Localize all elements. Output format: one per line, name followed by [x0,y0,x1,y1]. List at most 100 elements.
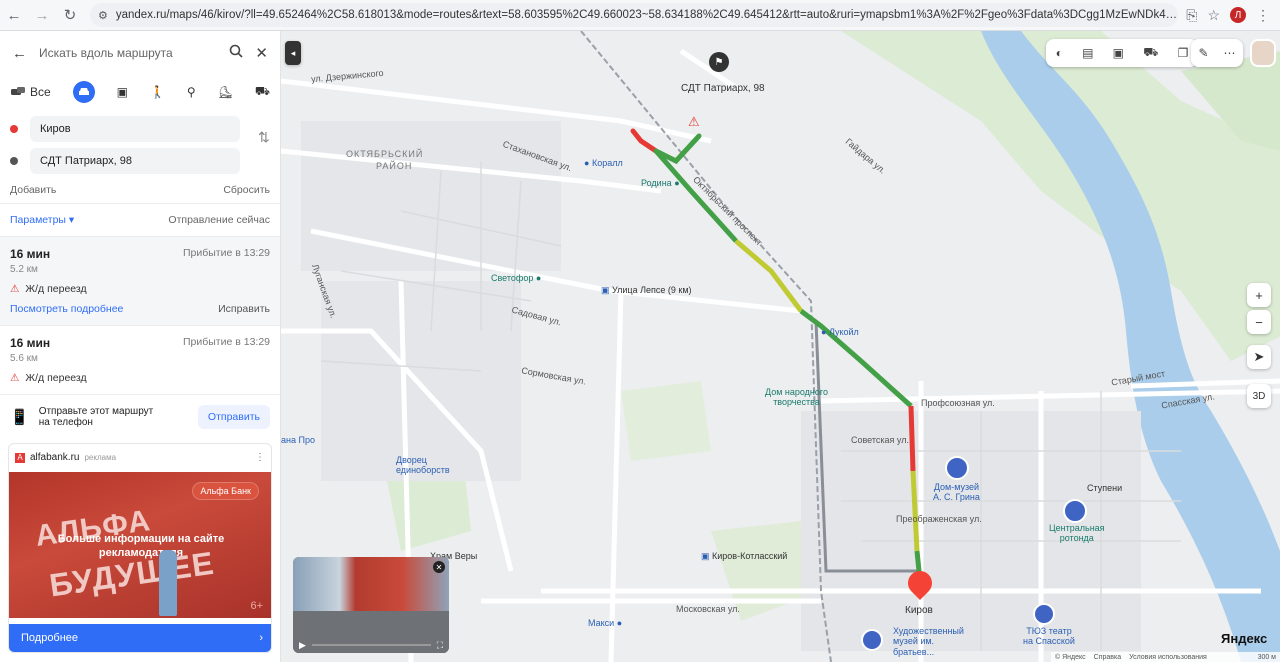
fullscreen-icon[interactable]: ⛶ [437,640,443,651]
send-text-2: на телефон [38,417,93,428]
bookmark-star-icon[interactable]: ☆ [1207,7,1220,24]
poi-lepse[interactable]: ▣ Улица Лепсе (9 км) [601,285,692,296]
install-icon[interactable]: ⎘ [1186,7,1197,24]
add-point-button[interactable]: Добавить [10,184,56,196]
poi-label: творчества [773,397,820,408]
taxi-icon: ⛟ [254,84,270,98]
poi-rodina[interactable]: Родина ● [641,178,680,188]
address-bar[interactable]: ⚙ yandex.ru/maps/46/kirov/?ll=49.652464%… [90,3,1179,27]
mode-scooter[interactable]: ⛸ [218,85,233,99]
poi-grin[interactable]: Дом-музей А. С. Грина [933,482,980,503]
video-progress[interactable] [311,644,431,646]
poi-svetofor[interactable]: Светофор ● [491,273,541,283]
to-field[interactable]: СДТ Патриарх, 98 [30,148,240,174]
museum-icon[interactable] [861,629,883,651]
map-footer: © Яндекс Справка Условия использования 3… [1051,652,1280,662]
ad-image[interactable]: Альфа Банк АЛЬФА БУДУЩЕЕ Больше информац… [9,472,271,618]
map-canvas[interactable]: ◂ ОКТЯБРЬСКИЙ РАЙОН ул. Дзержинского Окт… [281,31,1280,662]
reset-button[interactable]: Сбросить [223,184,270,196]
close-icon[interactable]: ✕ [433,561,445,573]
copy-icon[interactable]: ❐ [1178,46,1189,60]
route-option-2[interactable]: 16 мин Прибытие в 13:29 5.6 км ⚠ Ж/д перее… [0,326,280,394]
panorama-icon[interactable]: ▣ [1113,46,1124,60]
send-button[interactable]: Отправить [197,405,270,429]
poi-dvorets[interactable]: Дворец единоборств [396,455,450,476]
route-search-input[interactable]: Искать вдоль маршрута [39,46,217,60]
from-field[interactable]: Киров [30,116,240,142]
mode-all[interactable]: Все [10,85,51,99]
warning-icon[interactable]: ⚠ [688,114,700,130]
poi-stupeni[interactable]: Ступени [1087,483,1122,493]
end-point-icon [10,157,18,165]
zoom-in-button[interactable]: + [1247,283,1271,307]
poi-ana-pro[interactable]: ана Про [281,435,315,445]
poi-maksi[interactable]: Макси ● [588,618,622,628]
shop-icon: ● [535,273,542,283]
ad-brand: Альфа Банк [192,482,259,500]
poi-korall[interactable]: ● Коралл [584,158,623,168]
transit-icon[interactable]: ⛟ [1143,45,1158,61]
more-icon[interactable]: ⋯ [1224,46,1236,60]
terms-link[interactable]: Условия использования [1129,654,1207,661]
video-preview[interactable]: ✕ ▶ ⛶ [293,557,449,653]
mode-bike[interactable]: ⚲ [187,85,196,99]
poi-label: братьев... [893,646,935,657]
ad-banner[interactable]: A alfabank.ru реклама ⋮ Альфа Банк АЛЬФА… [8,443,272,653]
collapse-sidebar-button[interactable]: ◂ [285,41,301,65]
site-info-icon[interactable]: ⚙ [98,9,108,22]
route-details-link[interactable]: Посмотреть подробнее [10,303,123,315]
back-arrow-icon[interactable]: ← [12,45,27,62]
map-book-icon[interactable]: ▤ [1082,46,1093,60]
landmark-icon[interactable] [1063,499,1087,523]
poi-kirov-kotlassky[interactable]: ▣ Киров-Котласский [701,551,787,562]
poi-label: Улица Лепсе (9 км) [612,285,692,295]
chevron-right-icon: › [259,632,263,644]
forward-icon[interactable]: → [28,1,56,29]
poi-label: музей им. [893,636,935,647]
poi-label: Киров-Котласский [712,551,788,561]
route-fix-button[interactable]: Исправить [218,303,270,315]
poi-vasnetsov[interactable]: Художественный музей им. братьев... [893,626,964,657]
start-point-icon [10,125,18,133]
swap-icon[interactable]: ⇅ [258,129,270,146]
all-transport-icon [11,87,25,95]
more-icon[interactable]: ⋮ [255,452,265,463]
layers-icon[interactable]: ◐ [1056,46,1063,60]
help-link[interactable]: Справка [1094,654,1121,661]
ruler-icon[interactable]: ✎ [1198,46,1208,60]
poi-label: Лукойл [828,327,859,337]
transport-modes: Все ▣ 🚶 ⚲ ⛸ ⛟ [0,75,280,109]
mode-car[interactable] [72,81,95,103]
mode-all-label: Все [30,85,51,99]
mode-taxi[interactable]: ⛟ [255,84,270,100]
mode-bus[interactable]: ▣ [117,85,128,99]
zoom-out-button[interactable]: − [1247,310,1271,334]
destination-marker-icon[interactable]: ⚑ [709,52,729,72]
museum-icon[interactable] [945,456,969,480]
reload-icon[interactable]: ↻ [56,1,84,29]
menu-icon[interactable]: ⋮ [1256,7,1270,24]
layers-toolbar: ◐ ▤ ▣ ⛟ ❐ [1046,39,1198,67]
user-avatar[interactable] [1250,39,1276,67]
mode-walk[interactable]: 🚶 [150,85,165,99]
ad-tag: реклама [84,453,117,462]
copyright-link[interactable]: © Яндекс [1055,654,1086,661]
poi-dom-tvorchestva[interactable]: Дом народного творчества [765,387,828,408]
location-icon[interactable]: ➤ [1247,345,1271,369]
district-label: ОКТЯБРЬСКИЙ [346,149,424,159]
ad-cta-button[interactable]: Подробнее › [9,624,271,652]
3d-button[interactable]: 3D [1247,384,1271,408]
params-button[interactable]: Параметры ▾ [10,214,74,226]
departure-button[interactable]: Отправление сейчас [168,214,270,226]
theatre-icon[interactable] [1033,603,1055,625]
poi-tyuz[interactable]: ТЮЗ театр на Спасской [1023,626,1075,647]
search-icon[interactable] [229,44,243,63]
close-icon[interactable]: ✕ [255,44,268,62]
back-icon[interactable]: ← [0,1,28,29]
route-option-1[interactable]: 16 мин Прибытие в 13:29 5.2 км ⚠ Ж/д перее… [0,237,280,325]
poi-lukoil[interactable]: ● Лукойл [821,327,859,337]
shop-icon: ● [584,158,590,168]
poi-rotonda[interactable]: Центральная ротонда [1049,523,1105,544]
play-icon[interactable]: ▶ [299,640,306,651]
profile-avatar[interactable]: Л [1230,7,1246,23]
